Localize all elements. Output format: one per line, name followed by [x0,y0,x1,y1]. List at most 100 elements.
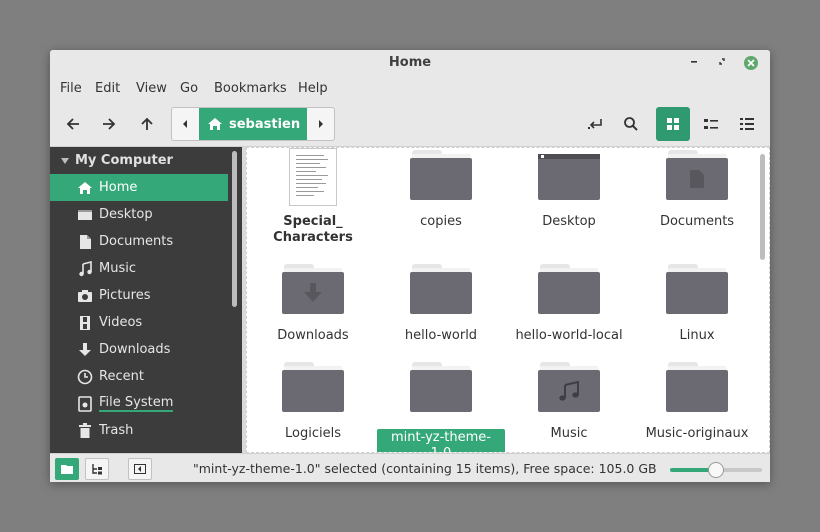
list-view-button[interactable] [694,107,728,141]
folder-item[interactable]: copies [377,150,505,230]
drive-icon [77,395,93,412]
search-icon [624,117,638,131]
toggle-sidebar-button[interactable] [128,458,152,480]
file-label: Music [550,426,588,441]
menu-edit[interactable]: Edit [95,81,120,96]
film-icon [77,315,93,331]
folder-item[interactable]: Downloads [249,264,377,344]
folder-item[interactable]: Logiciels [249,362,377,442]
menu-file[interactable]: File [60,81,82,96]
sidebar-item-music[interactable]: Music [50,255,228,282]
file-label: Special_ Characters [273,214,353,245]
folder-item[interactable]: Linux [633,264,761,344]
minimize-button[interactable] [686,55,702,71]
arrow-right-icon [103,118,116,130]
maximize-icon [719,58,725,65]
status-text: "mint-yz-theme-1.0" selected (containing… [193,461,657,476]
arrow-left-icon [66,118,79,130]
sidebar-item-desktop[interactable]: Desktop [50,201,228,228]
toolbar: sebastien [50,102,770,147]
file-view-scrollbar[interactable] [760,154,765,260]
folder-icon [282,362,344,412]
clock-icon [77,369,93,385]
sidebar-item-documents[interactable]: Documents [50,228,228,255]
up-button[interactable] [132,109,162,139]
chevron-left-icon [183,120,187,128]
file-item[interactable]: Special_ Characters [249,148,377,246]
path-scroll-left[interactable] [172,108,198,140]
chevron-down-icon [61,157,69,164]
menu-go[interactable]: Go [180,81,198,96]
sidebar-item-label: Videos [99,315,143,330]
folder-icon [410,362,472,412]
back-button[interactable] [58,109,88,139]
arrow-up-icon [141,117,153,130]
file-label: Music-originaux [645,426,749,441]
tree-icon [92,464,102,475]
menu-view[interactable]: View [136,81,167,96]
sidebar-item-label: Pictures [99,288,151,303]
zoom-slider[interactable] [670,462,762,478]
compact-list-icon [740,118,754,130]
window-title: Home [388,55,432,70]
sidebar-item-label: File System [99,394,174,412]
path-crumb-home[interactable]: sebastien [199,108,307,140]
grid-icon [667,118,679,130]
file-label: mint-yz-theme-1.0 [377,429,505,452]
sidebar-item-pictures[interactable]: Pictures [50,282,228,309]
sidebar-item-home[interactable]: Home [50,174,228,201]
text-file-icon [289,148,337,206]
path-scroll-right[interactable] [308,108,334,140]
sidebar-item-label: Home [99,180,138,195]
music-folder-icon [538,362,600,412]
sidebar-item-label: Recent [99,369,144,384]
sidebar-scrollbar[interactable] [232,151,237,307]
sidebar-item-recent[interactable]: Recent [50,363,228,390]
download-icon [77,342,93,358]
folder-item[interactable]: hello-world-local [505,264,633,344]
folder-item[interactable]: hello-world [377,264,505,344]
file-label: Downloads [277,328,349,343]
compact-view-button[interactable] [730,107,764,141]
zoom-slider-knob[interactable] [708,462,724,478]
file-label: hello-world-local [515,328,623,343]
icon-view-button[interactable] [656,107,690,141]
file-manager-window: Home File Edit View Go Bookmarks Help se… [50,50,770,482]
menu-help[interactable]: Help [298,81,328,96]
menu-bookmarks[interactable]: Bookmarks [214,81,287,96]
desktop-icon [77,207,93,223]
forward-button[interactable] [94,109,124,139]
folder-item[interactable]: Music [505,362,633,442]
music-icon [77,260,93,277]
sidebar-item-label: Documents [99,234,174,249]
sidebar-item-trash[interactable]: Trash [50,417,228,444]
desktop-folder-icon [538,150,600,200]
search-button[interactable] [616,109,646,139]
file-view: Special_ Characters copies Desktop Docum… [246,147,770,453]
folder-item-selected[interactable]: mint-yz-theme-1.0 [377,362,505,452]
sidebar-item-label: Desktop [99,207,153,222]
folder-item[interactable]: Desktop [505,150,633,230]
minimize-icon [691,61,697,63]
location-toggle-button[interactable] [580,109,610,139]
status-bar: "mint-yz-theme-1.0" selected (containing… [50,453,770,482]
show-places-button[interactable] [55,458,79,480]
sidebar-section-my-computer[interactable]: My Computer [60,153,173,168]
sidebar-item-downloads[interactable]: Downloads [50,336,228,363]
home-icon [208,118,222,130]
trash-icon [77,422,93,439]
sidebar-item-file-system[interactable]: File System [50,390,228,417]
folder-item[interactable]: Documents [633,150,761,230]
maximize-button[interactable] [714,55,730,71]
file-label: copies [420,214,462,229]
title-bar[interactable]: Home [50,50,770,76]
menu-bar: File Edit View Go Bookmarks Help [50,76,770,102]
file-label: Documents [659,214,735,229]
sidebar-toggle-icon [134,464,146,474]
file-label: hello-world [404,328,478,343]
close-button[interactable] [744,56,758,70]
show-treeview-button[interactable] [85,458,109,480]
sidebar: My Computer Home Desktop Documents Music… [50,147,242,453]
folder-item[interactable]: Music-originaux [633,362,761,442]
sidebar-item-videos[interactable]: Videos [50,309,228,336]
